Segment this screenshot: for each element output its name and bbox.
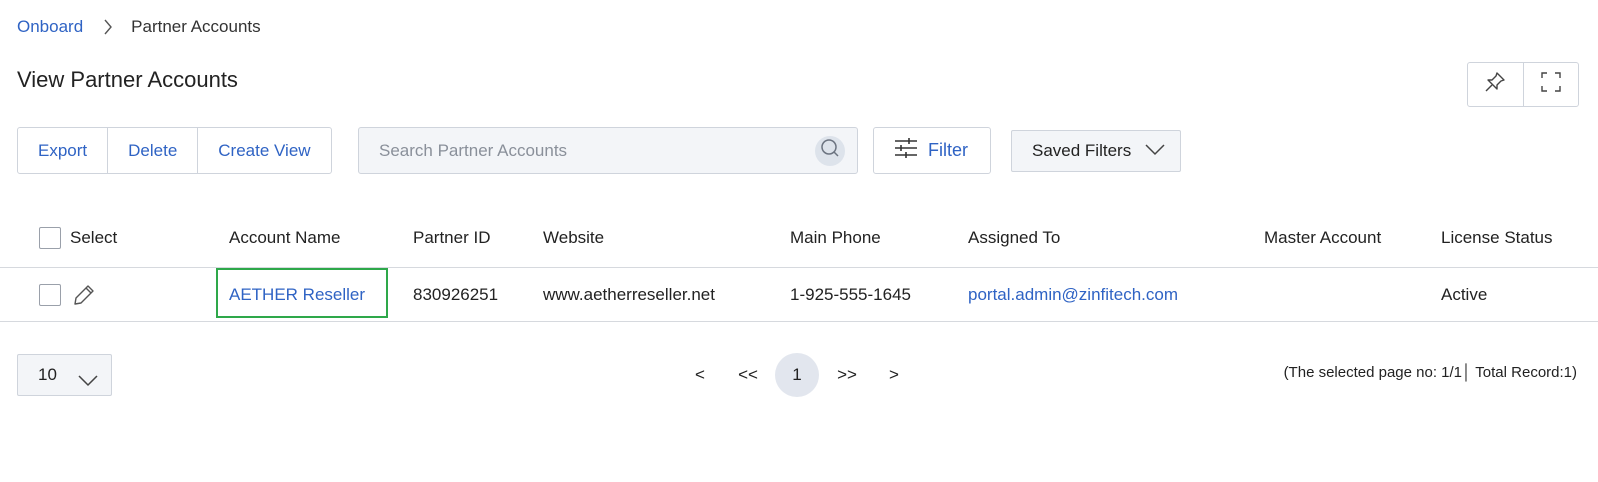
column-header-assigned-to[interactable]: Assigned To <box>968 208 1060 267</box>
create-view-button[interactable]: Create View <box>197 128 330 173</box>
website-cell: www.aetherreseller.net <box>543 284 715 304</box>
prev-page-button[interactable]: < <box>690 353 710 397</box>
action-button-group: Export Delete Create View <box>17 127 332 174</box>
select-all-cell: Select <box>39 208 117 267</box>
search-button[interactable] <box>815 135 845 166</box>
assigned-to-link[interactable]: portal.admin@zinfitech.com <box>968 268 1178 321</box>
partner-accounts-table: Select Account Name Partner ID Website M… <box>0 208 1598 322</box>
next-page-button[interactable]: > <box>884 353 904 397</box>
fullscreen-button[interactable] <box>1522 63 1579 106</box>
table-row: AETHER Reseller 830926251 www.aetherrese… <box>0 268 1598 322</box>
sliders-icon <box>894 137 928 164</box>
partner-id-cell: 830926251 <box>413 284 499 304</box>
column-header-master-account[interactable]: Master Account <box>1264 208 1381 267</box>
select-all-checkbox[interactable] <box>39 226 61 249</box>
table-header: Select Account Name Partner ID Website M… <box>0 208 1598 268</box>
search-box <box>358 127 858 174</box>
first-page-button[interactable]: << <box>733 353 763 397</box>
saved-filters-label: Saved Filters <box>1032 141 1132 160</box>
export-button[interactable]: Export <box>18 128 107 173</box>
column-header-partner-id[interactable]: Partner ID <box>413 208 490 267</box>
account-name-link[interactable]: AETHER Reseller <box>229 268 365 321</box>
search-input[interactable] <box>359 140 815 161</box>
page-title: View Partner Accounts <box>17 67 238 92</box>
row-select-cell <box>39 268 95 321</box>
breadcrumb: Onboard Partner Accounts <box>17 16 261 38</box>
breadcrumb-onboard-link[interactable]: Onboard <box>17 17 83 37</box>
saved-filters-dropdown[interactable]: Saved Filters <box>1011 130 1181 172</box>
license-status-cell: Active <box>1441 284 1488 304</box>
pencil-icon[interactable] <box>73 284 95 306</box>
column-header-website[interactable]: Website <box>543 208 604 267</box>
chevron-down-icon <box>1131 141 1165 161</box>
column-header-license-status[interactable]: License Status <box>1441 208 1553 267</box>
breadcrumb-current: Partner Accounts <box>131 17 261 36</box>
filter-label: Filter <box>928 140 968 160</box>
chevron-right-icon <box>103 19 113 35</box>
filter-button[interactable]: Filter <box>873 127 991 174</box>
pagination-summary: (The selected page no: 1/1│ Total Record… <box>1283 364 1577 381</box>
view-actions <box>1467 62 1579 107</box>
main-phone-cell: 1-925-555-1645 <box>790 284 911 304</box>
delete-button[interactable]: Delete <box>107 128 197 173</box>
pin-icon <box>1484 71 1506 98</box>
pin-button[interactable] <box>1468 63 1523 106</box>
row-checkbox[interactable] <box>39 283 61 306</box>
search-icon <box>820 138 840 163</box>
last-page-button[interactable]: >> <box>832 353 862 397</box>
fullscreen-icon <box>1540 71 1562 98</box>
column-header-account-name[interactable]: Account Name <box>229 208 341 267</box>
column-header-main-phone[interactable]: Main Phone <box>790 208 881 267</box>
page-1-button[interactable]: 1 <box>775 353 819 397</box>
column-header-select: Select <box>70 227 118 247</box>
